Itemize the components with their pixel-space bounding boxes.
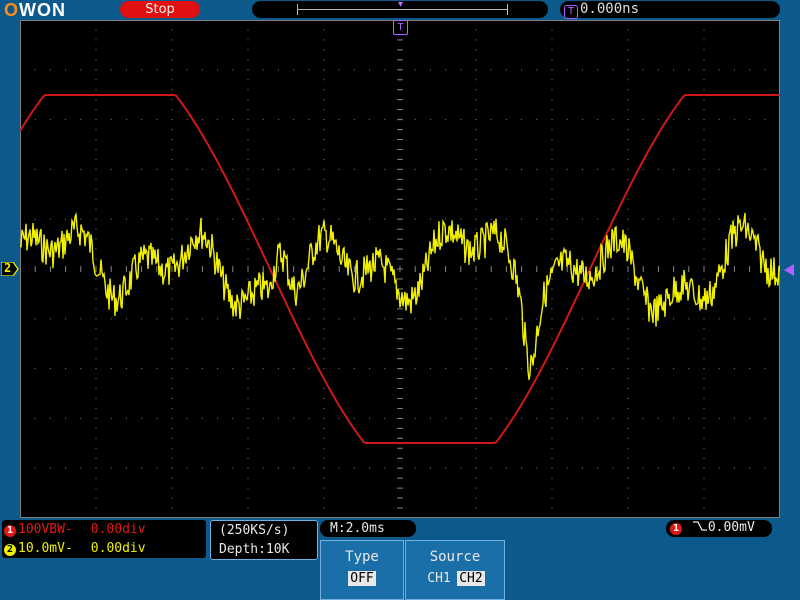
- timebase-box[interactable]: M:2.0ms: [320, 520, 416, 537]
- trigger-position-value: 0.000ns: [580, 1, 640, 17]
- brand-text: WON: [19, 0, 67, 20]
- menu-source[interactable]: Source CH1 CH2: [405, 540, 505, 600]
- sample-rate: (250KS/s): [219, 523, 290, 538]
- menu-type[interactable]: Type OFF: [320, 540, 404, 600]
- memory-depth: Depth:10K: [219, 542, 290, 557]
- trigger-position-readout: T 0.000ns: [560, 1, 780, 19]
- menu-source-option-ch2[interactable]: CH2: [457, 571, 485, 586]
- trigger-top-marker-label: T: [397, 22, 404, 33]
- channel-info-box: 1 100VBW- 0.00div 2 10.0mV- 0.00div: [2, 520, 206, 558]
- rising-edge-icon: [692, 521, 707, 531]
- ch2-trace: [20, 212, 780, 380]
- ch2-badge: 2: [4, 544, 16, 556]
- menu-source-title: Source: [429, 549, 481, 565]
- run-status-button[interactable]: Stop: [120, 1, 200, 18]
- trigger-level-marker-icon[interactable]: [782, 263, 796, 281]
- trigger-info-box[interactable]: 1 0.00mV: [666, 520, 772, 537]
- menu-source-option-ch1[interactable]: CH1: [425, 571, 452, 586]
- ch1-scale: 100VBW-: [18, 522, 73, 537]
- top-bar: OWON Stop ▾ T 0.000ns: [0, 0, 800, 20]
- bottom-panel: 1 100VBW- 0.00div 2 10.0mV- 0.00div (250KS/s…: [0, 518, 800, 600]
- waveform-display[interactable]: [20, 20, 780, 518]
- timebase-value: M:2.0ms: [330, 521, 385, 536]
- acquisition-info-box: (250KS/s) Depth:10K: [210, 520, 318, 560]
- trigger-level: 0.00mV: [707, 520, 755, 535]
- waveform-svg: [20, 20, 780, 518]
- trigger-source-badge: 1: [670, 523, 682, 535]
- ch1-badge: 1: [4, 525, 16, 537]
- trigger-top-marker: T: [393, 20, 408, 35]
- timeline-bracket-left: [297, 4, 298, 15]
- ch2-scale: 10.0mV-: [18, 541, 73, 556]
- trigger-t-icon: T: [564, 5, 578, 19]
- menu-type-title: Type: [345, 549, 379, 565]
- ch2-info-row[interactable]: 2 10.0mV- 0.00div: [4, 541, 146, 556]
- menu-type-option-off[interactable]: OFF: [348, 571, 376, 586]
- ch2-ground-marker[interactable]: 2: [0, 261, 19, 277]
- ch2-marker-label: 2: [4, 261, 12, 275]
- memory-timeline: ▾: [252, 0, 548, 18]
- ch2-offset: 0.00div: [90, 541, 146, 556]
- brand-logo: OWON: [4, 0, 67, 20]
- timeline-bracket-right: [507, 4, 508, 15]
- ch1-offset: 0.00div: [90, 522, 146, 537]
- timeline-trigger-marker-icon: ▾: [398, 0, 404, 10]
- ch1-info-row[interactable]: 1 100VBW- 0.00div: [4, 522, 146, 537]
